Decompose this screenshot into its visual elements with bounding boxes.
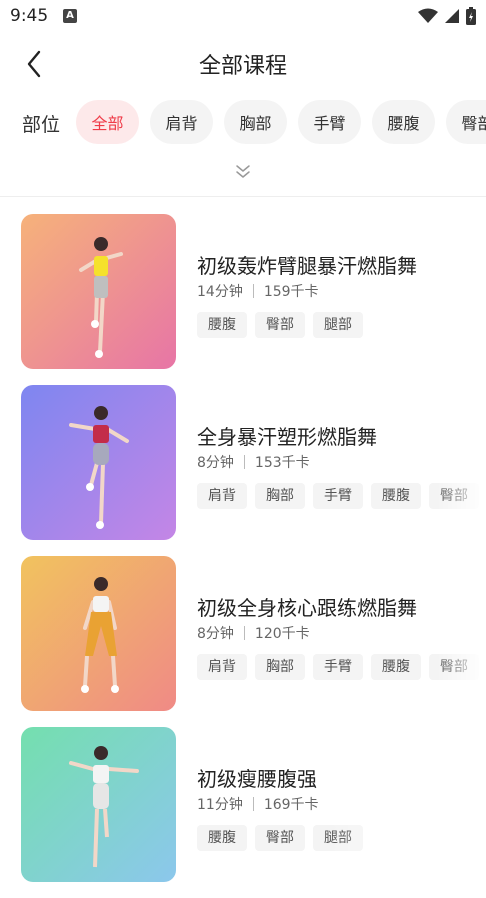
course-title: 初级全身核心跟练燃脂舞	[197, 596, 417, 620]
course-thumbnail	[21, 556, 176, 711]
double-chevron-down-icon	[236, 165, 250, 178]
course-tag: 胸部	[255, 654, 305, 680]
header: 全部课程	[0, 40, 486, 86]
chip-arm[interactable]: 手臂	[298, 100, 361, 144]
course-tag: 腿部	[313, 312, 363, 338]
course-thumbnail	[21, 385, 176, 540]
wifi-icon	[418, 8, 438, 23]
course-title: 全身暴汗塑形燃脂舞	[197, 425, 377, 449]
course-tag: 手臂	[313, 654, 363, 680]
course-duration: 11分钟	[197, 797, 243, 813]
status-bar: 9:45 A	[0, 0, 486, 34]
course-tags: 腰腹 臀部 腿部	[197, 312, 363, 338]
chip-glutes[interactable]: 臀部	[446, 100, 486, 144]
course-calories: 159千卡	[263, 284, 319, 300]
course-tag: 臀部	[255, 312, 305, 338]
course-meta: 14分钟 159千卡	[197, 281, 319, 301]
course-title: 初级瘦腰腹强	[197, 767, 317, 791]
course-duration: 8分钟	[197, 626, 234, 642]
chip-chest[interactable]: 胸部	[224, 100, 287, 144]
course-tag: 腰腹	[197, 825, 247, 851]
course-meta: 8分钟 153千卡	[197, 452, 310, 472]
course-tag: 手臂	[313, 483, 363, 509]
divider	[0, 196, 486, 197]
signal-icon	[445, 9, 459, 23]
chip-all[interactable]: 全部	[76, 100, 139, 144]
course-title: 初级轰炸臂腿暴汗燃脂舞	[197, 254, 417, 278]
course-item[interactable]: 初级瘦腰腹强 11分钟 169千卡 腰腹 臀部 腿部	[0, 727, 486, 898]
course-item[interactable]: 初级轰炸臂腿暴汗燃脂舞 14分钟 159千卡 腰腹 臀部 腿部	[0, 214, 486, 385]
course-tag: 肩背	[197, 654, 247, 680]
course-thumbnail	[21, 727, 176, 882]
course-tags: 肩背 胸部 手臂 腰腹 臀部	[197, 483, 479, 509]
course-thumbnail	[21, 214, 176, 369]
battery-icon	[466, 7, 476, 25]
course-tag: 臀部	[255, 825, 305, 851]
course-tag: 腰腹	[371, 483, 421, 509]
course-tags: 腰腹 臀部 腿部	[197, 825, 363, 851]
chip-waist-abs[interactable]: 腰腹	[372, 100, 435, 144]
filter-label: 部位	[22, 114, 61, 136]
course-calories: 169千卡	[263, 797, 319, 813]
course-tag: 腿部	[313, 825, 363, 851]
course-tag: 腰腹	[371, 654, 421, 680]
expand-filters-button[interactable]	[233, 162, 253, 182]
body-part-filter: 全部 肩背 胸部 手臂 腰腹 臀部	[76, 100, 486, 144]
page-title: 全部课程	[198, 54, 287, 79]
course-list: 初级轰炸臂腿暴汗燃脂舞 14分钟159千卡 腰腹 臀部 腿部 全身暴汗塑形燃脂	[0, 214, 486, 898]
chip-shoulder-back[interactable]: 肩背	[150, 100, 213, 144]
course-tag: 胸部	[255, 483, 305, 509]
course-tag: 臀部	[429, 654, 479, 680]
course-tag: 肩背	[197, 483, 247, 509]
course-duration: 8分钟	[197, 455, 234, 471]
course-tags: 肩背 胸部 手臂 腰腹 臀部	[197, 654, 479, 680]
status-time: 9:45	[10, 6, 49, 26]
course-tag: 臀部	[429, 483, 479, 509]
course-item[interactable]: 全身暴汗塑形燃脂舞 8分钟 153千卡 肩背 胸部 手臂 腰腹 臀部	[0, 385, 486, 556]
course-calories: 120千卡	[254, 626, 310, 642]
course-duration: 14分钟	[197, 284, 243, 300]
course-meta: 11分钟 169千卡	[197, 794, 319, 814]
notification-icon: A	[63, 9, 77, 23]
course-calories: 153千卡	[254, 455, 310, 471]
course-item[interactable]: 初级全身核心跟练燃脂舞 8分钟 120千卡 肩背 胸部 手臂 腰腹 臀部	[0, 556, 486, 727]
course-meta: 8分钟 120千卡	[197, 623, 310, 643]
course-tag: 腰腹	[197, 312, 247, 338]
